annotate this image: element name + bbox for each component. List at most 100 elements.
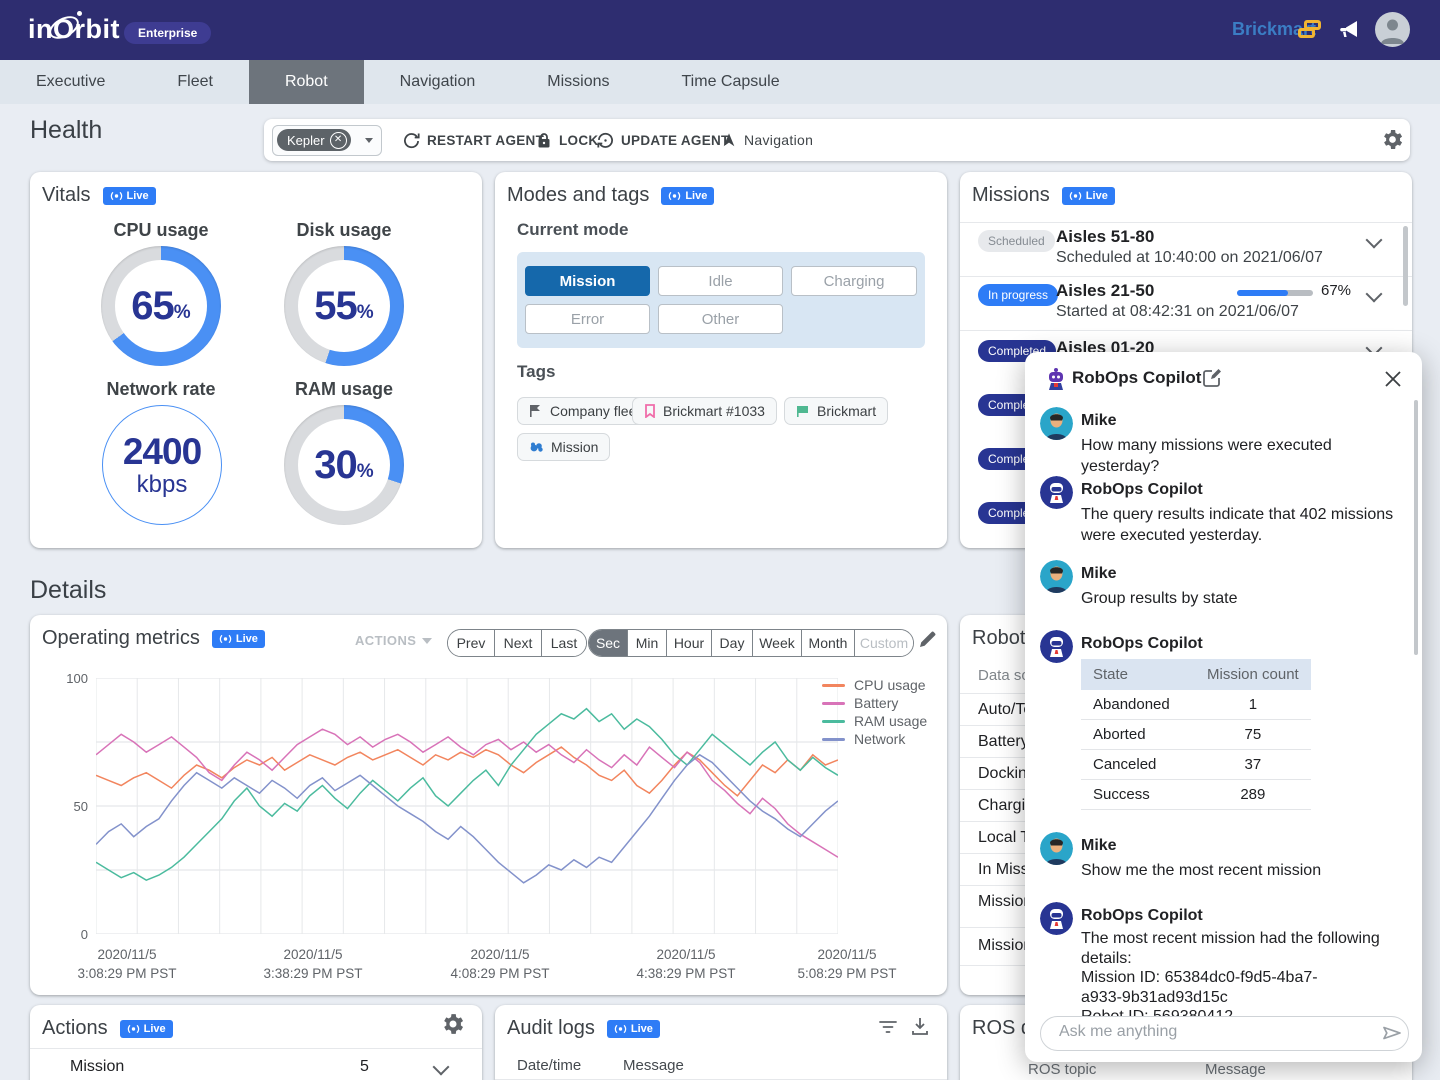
broadcast-icon bbox=[127, 1024, 140, 1034]
copilot-input[interactable] bbox=[1057, 1022, 1361, 1042]
robot-chip: Kepler ✕ bbox=[277, 129, 351, 151]
mission-tag-icon bbox=[529, 441, 544, 453]
ram-usage-gauge: 30% bbox=[284, 405, 404, 525]
brickmart-logo-icon bbox=[1298, 20, 1320, 38]
table-row: Aborted75 bbox=[1081, 720, 1311, 750]
tag-brickmart-1033[interactable]: Brickmart #1033 bbox=[632, 397, 777, 425]
gauge-label-cpu: CPU usage bbox=[81, 220, 241, 241]
mission-count-table: State Mission count Abandoned1 Aborted75… bbox=[1081, 659, 1311, 810]
navigation-arrow-icon bbox=[721, 132, 737, 148]
chart-nav-group: Prev Next Last bbox=[447, 629, 587, 657]
refresh-icon bbox=[403, 132, 420, 149]
tab-robot[interactable]: Robot bbox=[249, 60, 364, 104]
live-badge: Live bbox=[120, 1020, 173, 1038]
top-bar: inOrbit Enterprise Brickmart bbox=[0, 0, 1440, 60]
mode-other[interactable]: Other bbox=[658, 304, 783, 334]
user-avatar bbox=[1040, 832, 1073, 865]
tag-mission[interactable]: Mission bbox=[517, 433, 610, 461]
gauge-label-network: Network rate bbox=[81, 379, 241, 400]
range-week[interactable]: Week bbox=[753, 630, 802, 656]
flag-icon bbox=[529, 404, 543, 418]
status-badge: In progress bbox=[978, 284, 1058, 306]
copilot-input-wrap bbox=[1040, 1016, 1409, 1051]
range-month[interactable]: Month bbox=[802, 630, 855, 656]
current-mode-label: Current mode bbox=[517, 220, 628, 240]
robot-select[interactable]: Kepler ✕ bbox=[272, 125, 382, 156]
copilot-robot-icon bbox=[1045, 367, 1067, 396]
live-badge: Live bbox=[103, 187, 156, 205]
x-label: 2020/11/55:08:29 PM PST bbox=[797, 945, 896, 983]
update-agent-button[interactable]: UPDATE AGENT bbox=[591, 119, 736, 161]
last-button[interactable]: Last bbox=[542, 630, 586, 656]
robops-copilot-panel: RobOps Copilot Mike How many missions we… bbox=[1025, 352, 1422, 1062]
next-button[interactable]: Next bbox=[495, 630, 542, 656]
send-icon[interactable] bbox=[1381, 1023, 1403, 1048]
mode-charging[interactable]: Charging bbox=[791, 266, 917, 296]
live-badge: Live bbox=[212, 630, 265, 648]
download-icon[interactable] bbox=[910, 1016, 930, 1041]
banner-icon bbox=[644, 404, 656, 418]
filter-icon[interactable] bbox=[878, 1018, 898, 1041]
actions-settings-icon[interactable] bbox=[442, 1013, 464, 1040]
x-label: 2020/11/54:08:29 PM PST bbox=[450, 945, 549, 983]
tab-executive[interactable]: Executive bbox=[0, 60, 141, 104]
copilot-avatar bbox=[1040, 630, 1073, 663]
chevron-down-icon bbox=[422, 638, 432, 644]
cpu-usage-gauge: 65% bbox=[101, 246, 221, 366]
mode-mission[interactable]: Mission bbox=[525, 266, 650, 296]
flag-icon bbox=[796, 404, 810, 418]
expand-chevron-icon[interactable] bbox=[1366, 232, 1383, 249]
x-label: 2020/11/53:08:29 PM PST bbox=[77, 945, 176, 983]
mode-idle[interactable]: Idle bbox=[658, 266, 783, 296]
tag-brickmart[interactable]: Brickmart bbox=[784, 397, 888, 425]
mode-error[interactable]: Error bbox=[525, 304, 650, 334]
table-row: Success289 bbox=[1081, 780, 1311, 810]
expand-chevron-icon[interactable] bbox=[1366, 286, 1383, 303]
user-avatar bbox=[1040, 560, 1073, 593]
range-sec[interactable]: Sec bbox=[589, 630, 628, 656]
audit-col-datetime: Date/time bbox=[517, 1057, 581, 1074]
range-custom[interactable]: Custom bbox=[855, 630, 913, 656]
gauge-label-disk: Disk usage bbox=[264, 220, 424, 241]
new-conversation-icon[interactable] bbox=[1203, 368, 1222, 392]
copilot-scrollbar[interactable] bbox=[1414, 400, 1418, 655]
announcements-icon[interactable] bbox=[1336, 17, 1362, 48]
audit-logs-card: Audit logs Live Date/time Message bbox=[495, 1005, 947, 1080]
toolbar-settings-icon[interactable] bbox=[1382, 129, 1403, 155]
actions-title: Actions bbox=[42, 1017, 108, 1040]
actions-card: Actions Live Mission 5 bbox=[30, 1005, 482, 1080]
prev-button[interactable]: Prev bbox=[448, 630, 495, 656]
copilot-title: RobOps Copilot bbox=[1072, 368, 1201, 388]
gauge-label-ram: RAM usage bbox=[264, 379, 424, 400]
missions-scrollbar[interactable] bbox=[1403, 226, 1408, 306]
live-badge: Live bbox=[1062, 187, 1115, 205]
broadcast-icon bbox=[110, 191, 123, 201]
inorbit-logo[interactable]: inOrbit bbox=[28, 14, 120, 45]
tab-missions[interactable]: Missions bbox=[511, 60, 645, 104]
range-min[interactable]: Min bbox=[628, 630, 667, 656]
user-avatar[interactable] bbox=[1375, 12, 1410, 47]
close-icon[interactable] bbox=[1383, 369, 1403, 394]
tab-fleet[interactable]: Fleet bbox=[141, 60, 249, 104]
y-tick-100: 100 bbox=[52, 671, 88, 686]
metrics-chart bbox=[96, 678, 838, 934]
legend-ram: RAM usage bbox=[822, 713, 927, 729]
restart-agent-button[interactable]: RESTART AGENT bbox=[397, 119, 550, 161]
tab-navigation[interactable]: Navigation bbox=[364, 60, 512, 104]
page-title: Health bbox=[30, 116, 102, 145]
edit-chart-icon[interactable] bbox=[918, 630, 937, 654]
legend-battery: Battery bbox=[822, 695, 898, 711]
range-hour[interactable]: Hour bbox=[667, 630, 712, 656]
copilot-avatar bbox=[1040, 902, 1073, 935]
range-day[interactable]: Day bbox=[712, 630, 753, 656]
navigation-button[interactable]: Navigation bbox=[715, 119, 819, 161]
actions-dropdown[interactable]: ACTIONS bbox=[355, 633, 432, 648]
legend-cpu: CPU usage bbox=[822, 677, 926, 693]
broadcast-icon bbox=[1069, 191, 1082, 201]
remove-robot-icon[interactable]: ✕ bbox=[330, 132, 347, 149]
user-avatar bbox=[1040, 407, 1073, 440]
tab-time-capsule[interactable]: Time Capsule bbox=[646, 60, 816, 104]
broadcast-icon bbox=[668, 191, 681, 201]
expand-chevron-icon[interactable] bbox=[433, 1059, 450, 1076]
x-label: 2020/11/53:38:29 PM PST bbox=[263, 945, 362, 983]
